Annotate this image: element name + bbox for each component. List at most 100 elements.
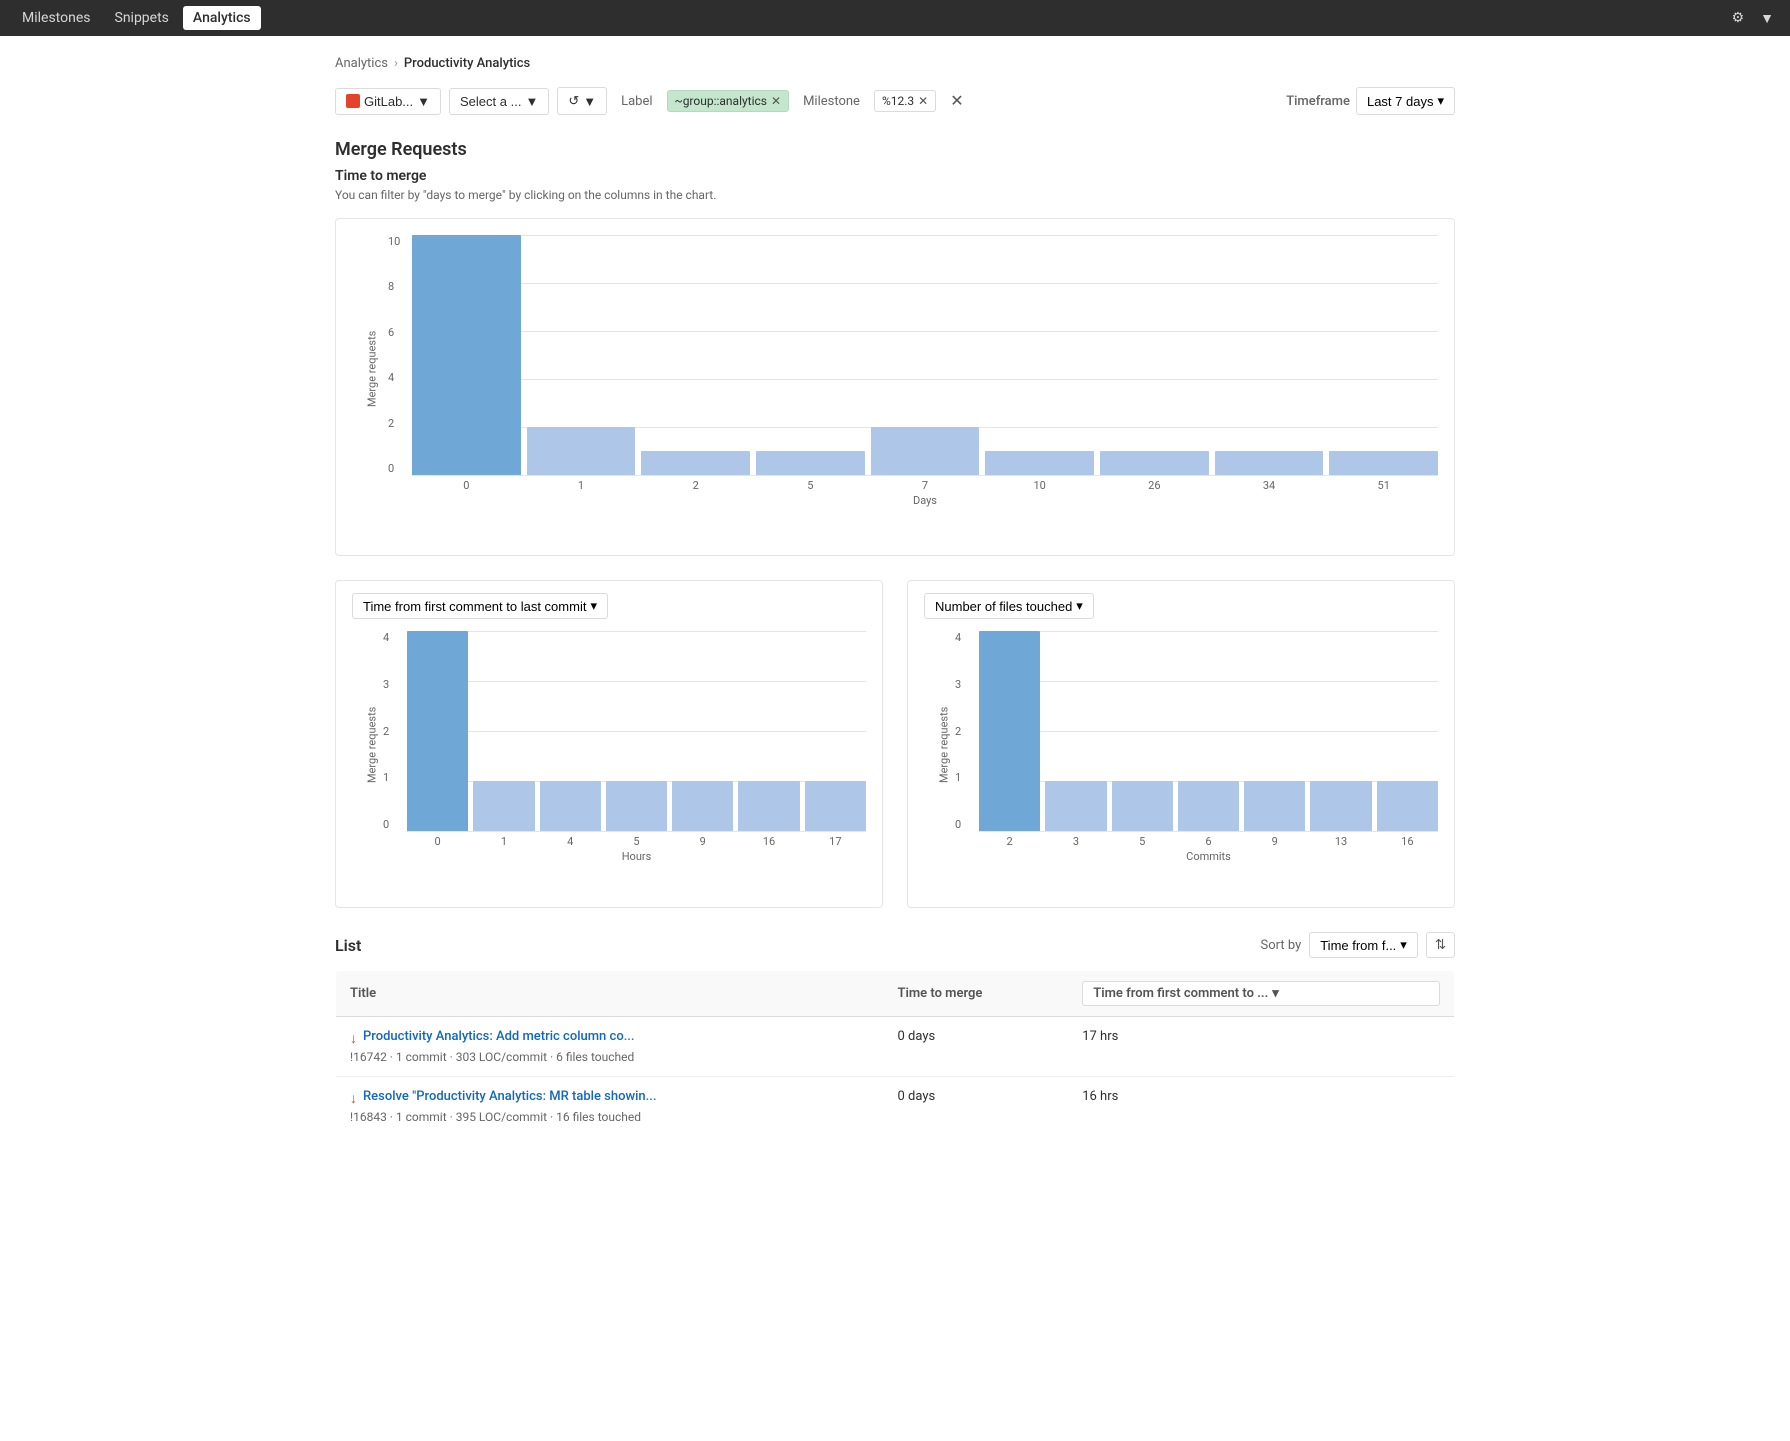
bar-col-10[interactable] bbox=[985, 235, 1094, 475]
time-to-merge-chart: Merge requests 0 2 4 6 8 10 bbox=[335, 218, 1455, 556]
timeframe-label: Timeframe bbox=[1286, 94, 1350, 109]
nav-snippets[interactable]: Snippets bbox=[105, 6, 179, 30]
select-button[interactable]: Select a ... ▼ bbox=[449, 88, 549, 115]
bar-7[interactable] bbox=[871, 427, 980, 475]
right-bar-5[interactable] bbox=[1112, 631, 1173, 831]
right-chart: Merge requests 0 1 2 3 4 bbox=[924, 631, 1438, 895]
bar-col-26[interactable] bbox=[1100, 235, 1209, 475]
right-y-label: Merge requests bbox=[938, 743, 951, 783]
right-chart-label: Number of files touched bbox=[935, 599, 1072, 614]
sync-button[interactable]: ↺ ▼ bbox=[557, 87, 607, 115]
label-remove-icon[interactable]: ✕ bbox=[771, 94, 781, 108]
row2-col3: 16 hrs bbox=[1068, 1077, 1454, 1137]
bar-col-5[interactable] bbox=[756, 235, 865, 475]
bar-1[interactable] bbox=[527, 427, 636, 475]
left-bar-16[interactable] bbox=[738, 631, 799, 831]
x-axis-labels: 0 1 2 5 7 10 26 34 51 bbox=[412, 479, 1438, 492]
milestone-tag: %12.3 ✕ bbox=[874, 90, 936, 112]
left-chart: Merge requests 0 1 2 3 4 bbox=[352, 631, 866, 895]
bar-col-7[interactable] bbox=[871, 235, 980, 475]
main-content: Analytics › Productivity Analytics GitLa… bbox=[295, 36, 1495, 1181]
nav-left: Milestones Snippets Analytics bbox=[12, 6, 261, 30]
row2-time-to-merge: 0 days bbox=[884, 1077, 1069, 1137]
right-x-labels: 2 3 5 6 9 13 16 bbox=[979, 835, 1438, 848]
breadcrumb-current: Productivity Analytics bbox=[404, 56, 530, 71]
row2-title-cell: ↓ Resolve "Productivity Analytics: MR ta… bbox=[336, 1077, 884, 1137]
left-bar-17[interactable] bbox=[805, 631, 866, 831]
list-section: List Sort by Time from f... ▾ ⇅ Title Ti… bbox=[335, 932, 1455, 1137]
left-bar-0[interactable] bbox=[407, 631, 468, 831]
bar-5[interactable] bbox=[756, 451, 865, 475]
milestone-remove-icon[interactable]: ✕ bbox=[918, 94, 928, 108]
left-bar-1[interactable] bbox=[473, 631, 534, 831]
group-btn-label: GitLab... bbox=[364, 94, 413, 109]
select-chevron-icon: ▼ bbox=[525, 94, 538, 109]
sort-label: Sort by bbox=[1261, 938, 1302, 953]
row1-title[interactable]: ↓ Productivity Analytics: Add metric col… bbox=[350, 1029, 870, 1047]
top-nav: Milestones Snippets Analytics ⚙ ▼ bbox=[0, 0, 1790, 36]
right-bar-16[interactable] bbox=[1377, 631, 1438, 831]
nav-analytics[interactable]: Analytics bbox=[183, 6, 261, 30]
left-chart-dropdown[interactable]: Time from first comment to last commit ▾ bbox=[352, 593, 608, 619]
bar-col-34[interactable] bbox=[1215, 235, 1324, 475]
bar-34[interactable] bbox=[1215, 451, 1324, 475]
right-y-ticks: 0 1 2 3 4 bbox=[955, 631, 961, 831]
table-body: ↓ Productivity Analytics: Add metric col… bbox=[336, 1017, 1455, 1137]
sort-direction-button[interactable]: ⇅ bbox=[1426, 932, 1455, 958]
select-btn-label: Select a ... bbox=[460, 94, 521, 109]
table-header-row: Title Time to merge Time from first comm… bbox=[336, 971, 1455, 1017]
left-bar-4[interactable] bbox=[540, 631, 601, 831]
right-bar-3[interactable] bbox=[1045, 631, 1106, 831]
list-title: List bbox=[335, 936, 361, 955]
dropdown-icon[interactable]: ▼ bbox=[1756, 6, 1778, 31]
nav-milestones[interactable]: Milestones bbox=[12, 6, 101, 30]
group-chevron-icon: ▼ bbox=[417, 94, 430, 109]
sync-icon: ↺ bbox=[568, 93, 579, 109]
right-bar-2[interactable] bbox=[979, 631, 1040, 831]
table-row: ↓ Resolve "Productivity Analytics: MR ta… bbox=[336, 1077, 1455, 1137]
breadcrumb-parent[interactable]: Analytics bbox=[335, 56, 388, 71]
bar-col-51[interactable] bbox=[1329, 235, 1438, 475]
right-chart-chevron-icon: ▾ bbox=[1076, 598, 1083, 614]
clear-filters-button[interactable]: ✕ bbox=[944, 89, 969, 113]
right-chart-area: 0 1 2 3 4 bbox=[979, 631, 1438, 831]
row2-title[interactable]: ↓ Resolve "Productivity Analytics: MR ta… bbox=[350, 1089, 870, 1107]
bar-10[interactable] bbox=[985, 451, 1094, 475]
bar-0[interactable] bbox=[412, 235, 521, 475]
sort-value: Time from f... bbox=[1320, 938, 1396, 953]
settings-icon[interactable]: ⚙ bbox=[1728, 6, 1749, 30]
left-y-label: Merge requests bbox=[366, 743, 379, 783]
row1-col3: 17 hrs bbox=[1068, 1017, 1454, 1077]
time-to-merge-title: Time to merge bbox=[335, 168, 1455, 184]
y-axis-label: Merge requests bbox=[366, 367, 379, 407]
right-chart-dropdown[interactable]: Number of files touched ▾ bbox=[924, 593, 1094, 619]
mr-table: Title Time to merge Time from first comm… bbox=[335, 970, 1455, 1137]
sync-chevron-icon: ▼ bbox=[583, 94, 596, 109]
left-bar-9[interactable] bbox=[672, 631, 733, 831]
col-time-to-merge: Time to merge bbox=[884, 971, 1069, 1017]
bar-col-1[interactable] bbox=[527, 235, 636, 475]
bar-col-2[interactable] bbox=[641, 235, 750, 475]
group-select-button[interactable]: GitLab... ▼ bbox=[335, 88, 441, 115]
col-dropdown-chevron: ▾ bbox=[1272, 986, 1279, 1001]
left-x-title: Hours bbox=[407, 850, 866, 863]
breadcrumb: Analytics › Productivity Analytics bbox=[335, 56, 1455, 71]
bar-2[interactable] bbox=[641, 451, 750, 475]
col-dropdown[interactable]: Time from first comment to ... ▾ bbox=[1082, 981, 1440, 1006]
right-bar-6[interactable] bbox=[1178, 631, 1239, 831]
table-row: ↓ Productivity Analytics: Add metric col… bbox=[336, 1017, 1455, 1077]
sort-dropdown-button[interactable]: Time from f... ▾ bbox=[1309, 932, 1418, 958]
bar-26[interactable] bbox=[1100, 451, 1209, 475]
bar-51[interactable] bbox=[1329, 451, 1438, 475]
right-bar-9[interactable] bbox=[1244, 631, 1305, 831]
right-bar-13[interactable] bbox=[1310, 631, 1371, 831]
main-chart-area: 0 2 4 6 8 10 bbox=[412, 235, 1438, 475]
col-title: Title bbox=[336, 971, 884, 1017]
milestone-tag-value: %12.3 bbox=[882, 94, 914, 108]
left-chart-area: 0 1 2 3 4 bbox=[407, 631, 866, 831]
left-bar-5[interactable] bbox=[606, 631, 667, 831]
label-tag-value: ~group::analytics bbox=[675, 94, 767, 108]
row1-title-cell: ↓ Productivity Analytics: Add metric col… bbox=[336, 1017, 884, 1077]
bar-col-0[interactable] bbox=[412, 235, 521, 475]
timeframe-button[interactable]: Last 7 days ▾ bbox=[1356, 87, 1455, 115]
